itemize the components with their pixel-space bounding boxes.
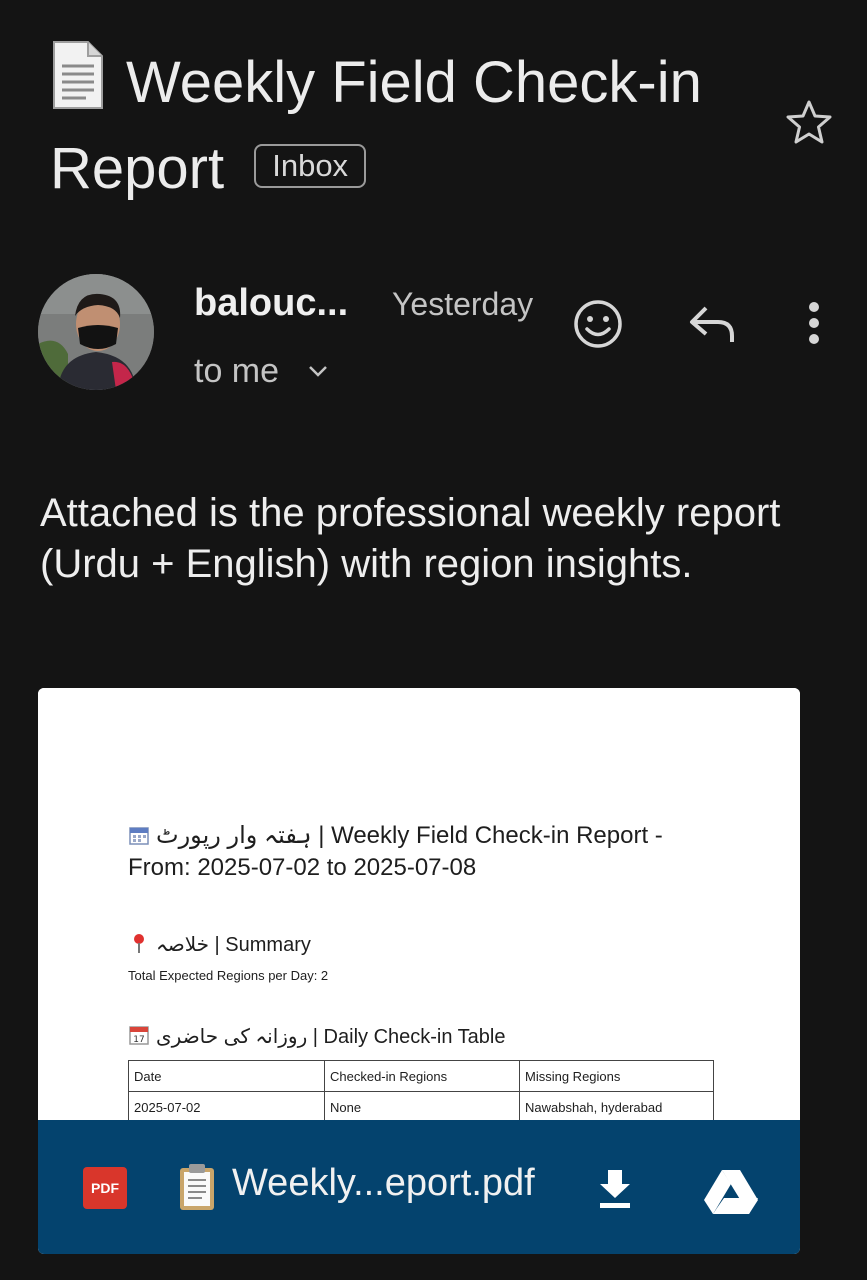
document-icon [53, 41, 103, 109]
preview-expected-regions: Total Expected Regions per Day: 2 [128, 968, 329, 983]
calendar-icon [129, 827, 149, 845]
reply-icon[interactable] [686, 302, 738, 346]
clipboard-icon [180, 1164, 214, 1210]
table-heading-text: روزانہ کی حاضری | Daily Check-in Table [156, 1026, 506, 1048]
calendar-icon: 17 [129, 1026, 149, 1045]
table-cell: Nawabshah, hyderabad [519, 1091, 714, 1123]
table-cell: 2025-07-02 [128, 1091, 325, 1123]
summary-heading-text: خلاصہ | Summary [156, 934, 311, 956]
preview-table: Date Checked-in Regions Missing Regions … [128, 1060, 714, 1123]
table-header: Checked-in Regions [324, 1060, 520, 1092]
attachment-filename[interactable]: Weekly...eport.pdf [232, 1162, 535, 1205]
table-cell: None [324, 1091, 520, 1123]
preview-title-line2: From: 2025-07-02 to 2025-07-08 [128, 854, 477, 881]
recipient-text[interactable]: to me [194, 352, 279, 391]
download-icon[interactable] [594, 1166, 636, 1210]
more-icon[interactable] [800, 300, 828, 346]
sender-name[interactable]: balouc... [194, 282, 348, 325]
timestamp: Yesterday [392, 286, 534, 322]
preview-summary-heading: خلاصہ | Summary [128, 932, 311, 957]
inbox-label[interactable]: Inbox [254, 144, 367, 188]
table-header-row: Date Checked-in Regions Missing Regions [128, 1060, 714, 1092]
preview-title-line1: ہفتہ وار رپورٹ | Weekly Field Check-in R… [156, 822, 663, 849]
pin-icon [134, 934, 144, 953]
subject-text: Weekly Field Check-in Report [50, 50, 702, 201]
svg-text:17: 17 [133, 1035, 144, 1045]
attachment-bar[interactable]: PDF Weekly...eport.pdf [38, 1120, 800, 1254]
pdf-badge: PDF [83, 1167, 127, 1209]
preview-title: ہفتہ وار رپورٹ | Weekly Field Check-in R… [128, 820, 728, 884]
star-icon[interactable] [784, 98, 834, 148]
smiley-icon[interactable] [572, 298, 624, 350]
attachment-card[interactable]: ہفتہ وار رپورٹ | Weekly Field Check-in R… [38, 688, 800, 1254]
drive-icon[interactable] [702, 1168, 760, 1216]
sender-avatar[interactable] [38, 274, 154, 390]
table-header: Missing Regions [519, 1060, 714, 1092]
table-header: Date [128, 1060, 325, 1092]
chevron-down-icon[interactable] [306, 362, 330, 380]
email-subject: Weekly Field Check-in Report Inbox [50, 40, 770, 212]
email-body: Attached is the professional weekly repo… [40, 491, 781, 586]
table-row: 2025-07-02 None Nawabshah, hyderabad [128, 1091, 714, 1123]
preview-table-heading: 17 روزانہ کی حاضری | Daily Check-in Tabl… [128, 1024, 506, 1049]
attachment-preview[interactable]: ہفتہ وار رپورٹ | Weekly Field Check-in R… [38, 688, 800, 1123]
